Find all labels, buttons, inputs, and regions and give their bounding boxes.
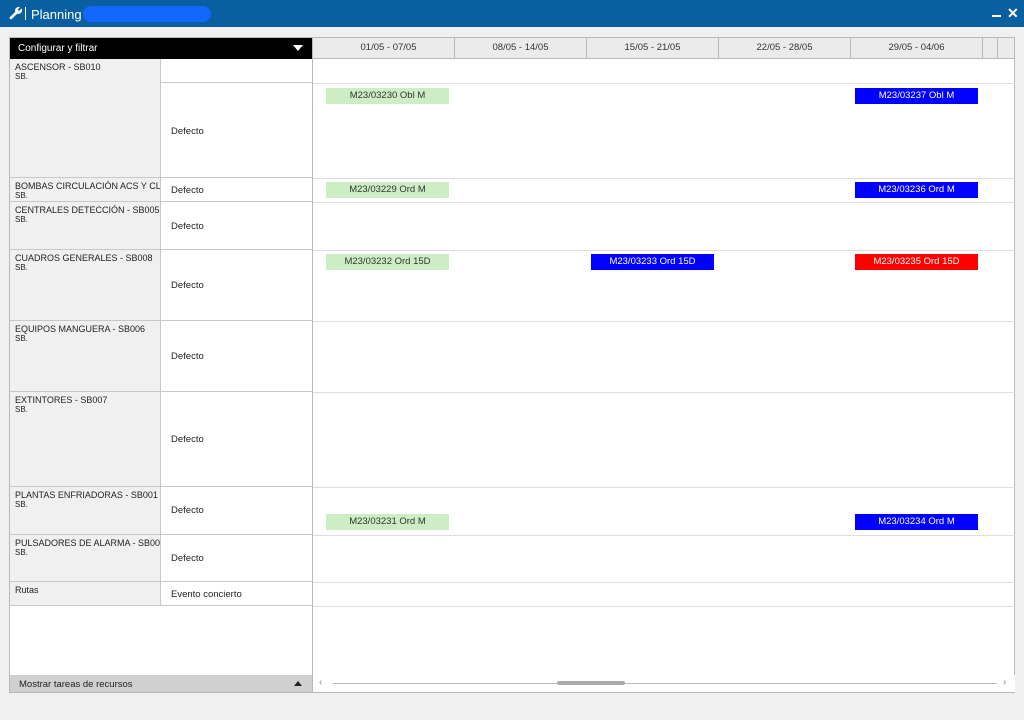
- redacted-title-area: [83, 6, 211, 22]
- resource-cell: PLANTAS ENFRIADORAS - SB001 SB.: [10, 487, 161, 534]
- resource-row[interactable]: EQUIPOS MANGUERA - SB006 SB.: [10, 321, 312, 392]
- week-header[interactable]: 22/05 - 28/05: [719, 38, 851, 58]
- resource-name: EXTINTORES - SB007: [15, 395, 108, 405]
- week-header[interactable]: 29/05 - 04/06: [851, 38, 983, 58]
- resource-row[interactable]: CUADROS GENERALES - SB008 SB.: [10, 250, 312, 321]
- resource-sub: SB.: [15, 500, 28, 509]
- resource-row[interactable]: PULSADORES DE ALARMA - SB00 SB.: [10, 535, 312, 582]
- resource-cell: ASCENSOR - SB010 SB.: [10, 59, 161, 177]
- resource-row[interactable]: CENTRALES DETECCIÓN - SB005 SB.: [10, 202, 312, 250]
- schedule-label: Defecto: [171, 221, 204, 232]
- resource-name: Rutas: [15, 585, 39, 595]
- resource-sub: SB.: [15, 263, 28, 272]
- timeline-row-divider: [313, 392, 1015, 393]
- timeline-row-divider: [313, 582, 1015, 583]
- wrench-icon: [9, 6, 23, 20]
- task-bar[interactable]: M23/03230 Obl M: [326, 88, 449, 104]
- resource-name: EQUIPOS MANGUERA - SB006: [15, 324, 146, 334]
- task-bar[interactable]: M23/03236 Ord M: [855, 182, 978, 198]
- schedule-label: Defecto: [171, 505, 204, 516]
- task-bar[interactable]: M23/03233 Ord 15D: [591, 254, 714, 270]
- resource-name: BOMBAS CIRCULACIÓN ACS Y CL: [15, 181, 161, 191]
- week-header[interactable]: 15/05 - 21/05: [587, 38, 719, 58]
- resource-row[interactable]: PLANTAS ENFRIADORAS - SB001 SB.: [10, 487, 312, 535]
- scroll-track[interactable]: [333, 683, 997, 684]
- resource-row[interactable]: EXTINTORES - SB007 SB.: [10, 392, 312, 487]
- resource-sub: SB.: [15, 548, 28, 557]
- timeline-row-divider: [313, 321, 1015, 322]
- task-bar[interactable]: M23/03234 Ord M: [855, 514, 978, 530]
- horizontal-scrollbar[interactable]: ‹ ›: [313, 675, 1015, 692]
- task-bar[interactable]: M23/03229 Ord M: [326, 182, 449, 198]
- scroll-right-icon[interactable]: ›: [1003, 677, 1006, 688]
- resource-cell: PULSADORES DE ALARMA - SB00 SB.: [10, 535, 161, 581]
- schedule-label: Defecto: [171, 351, 204, 362]
- config-filter-dropdown[interactable]: Configurar y filtrar: [10, 38, 312, 59]
- title-bar: Planning ✕: [0, 0, 1024, 27]
- resource-sub: SB.: [15, 334, 28, 343]
- chevron-up-icon: [294, 681, 302, 686]
- week-header-spacer: [983, 38, 998, 58]
- schedule-label: Defecto: [171, 434, 204, 445]
- resource-name: PLANTAS ENFRIADORAS - SB001: [15, 490, 158, 500]
- resource-sub: SB.: [15, 191, 28, 200]
- resource-sub: SB.: [15, 215, 28, 224]
- resource-cell: CENTRALES DETECCIÓN - SB005 SB.: [10, 202, 161, 249]
- task-bar[interactable]: M23/03232 Ord 15D: [326, 254, 449, 270]
- resource-name: ASCENSOR - SB010: [15, 62, 101, 72]
- resource-row[interactable]: ASCENSOR - SB010 SB.: [10, 59, 312, 178]
- resource-sub: SB.: [15, 72, 28, 81]
- resource-panel: Configurar y filtrar ASCENSOR - SB010 SB…: [10, 38, 313, 692]
- config-filter-label: Configurar y filtrar: [18, 43, 98, 54]
- resource-sub: SB.: [15, 405, 28, 414]
- window-title: Planning: [31, 7, 82, 22]
- task-bar[interactable]: M23/03235 Ord 15D: [855, 254, 978, 270]
- timeline-row-divider: [313, 250, 1015, 251]
- week-header[interactable]: 01/05 - 07/05: [323, 38, 455, 58]
- minimize-button[interactable]: [992, 15, 1001, 17]
- timeline-row-divider: [313, 83, 1015, 84]
- resource-name: CENTRALES DETECCIÓN - SB005: [15, 205, 160, 215]
- timeline-row-divider: [313, 178, 1015, 179]
- show-resource-tasks-toggle[interactable]: Mostrar tareas de recursos: [10, 675, 312, 692]
- schedule-label: Defecto: [171, 553, 204, 564]
- timeline-row-divider: [313, 606, 1015, 607]
- resource-cell: CUADROS GENERALES - SB008 SB.: [10, 250, 161, 320]
- timeline-row-divider: [313, 202, 1015, 203]
- task-bar[interactable]: M23/03237 Obl M: [855, 88, 978, 104]
- timeline-row-divider: [313, 487, 1015, 488]
- resource-row[interactable]: BOMBAS CIRCULACIÓN ACS Y CL SB.: [10, 178, 312, 202]
- schedule-label: Evento concierto: [171, 589, 242, 600]
- schedule-label: Defecto: [171, 280, 204, 291]
- title-separator: [25, 7, 26, 20]
- resource-name: CUADROS GENERALES - SB008: [15, 253, 153, 263]
- task-bar[interactable]: M23/03231 Ord M: [326, 514, 449, 530]
- resource-cell: Rutas: [10, 582, 161, 605]
- schedule-label: Defecto: [171, 185, 204, 196]
- scroll-thumb[interactable]: [557, 681, 625, 685]
- resource-row[interactable]: Rutas: [10, 582, 312, 606]
- resource-cell: EQUIPOS MANGUERA - SB006 SB.: [10, 321, 161, 391]
- timeline-header: 01/05 - 07/05 08/05 - 14/05 15/05 - 21/0…: [313, 38, 1014, 59]
- close-button[interactable]: ✕: [1007, 5, 1019, 22]
- schedule-label: Defecto: [171, 126, 204, 137]
- scroll-left-icon[interactable]: ‹: [319, 677, 322, 688]
- resource-name: PULSADORES DE ALARMA - SB00: [15, 538, 161, 548]
- resource-cell: EXTINTORES - SB007 SB.: [10, 392, 161, 486]
- planning-frame: Configurar y filtrar ASCENSOR - SB010 SB…: [9, 37, 1015, 693]
- week-header[interactable]: 08/05 - 14/05: [455, 38, 587, 58]
- timeline-row-divider: [313, 535, 1015, 536]
- resource-cell: BOMBAS CIRCULACIÓN ACS Y CL SB.: [10, 178, 161, 201]
- show-resource-tasks-label: Mostrar tareas de recursos: [19, 679, 133, 690]
- chevron-down-icon: [293, 45, 303, 51]
